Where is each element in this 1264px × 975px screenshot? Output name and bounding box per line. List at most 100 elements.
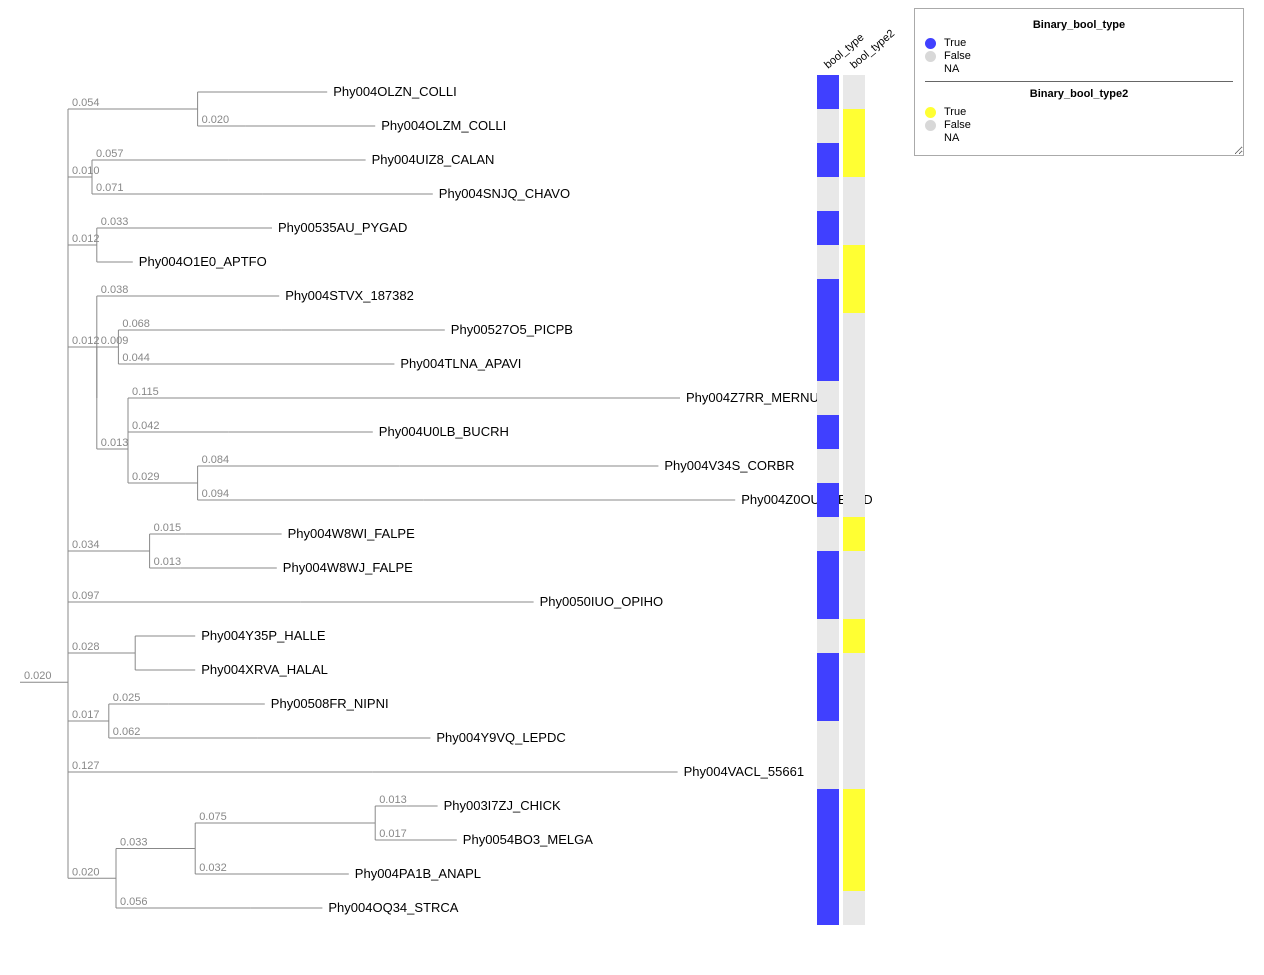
heatmap-cell-bool-type2	[843, 653, 865, 687]
leaf-label: Phy003I7ZJ_CHICK	[444, 798, 561, 813]
heatmap-cell-bool-type	[817, 619, 839, 653]
leaf-label: Phy00535AU_PYGAD	[278, 220, 407, 235]
legend-row-true1: True	[925, 37, 1233, 49]
heatmap-cell-bool-type	[817, 517, 839, 551]
branch-length-label: 0.032	[199, 862, 227, 874]
heatmap-cell-bool-type	[817, 279, 839, 313]
legend-false-label: False	[944, 50, 971, 62]
leaf-label: Phy004Y35P_HALLE	[201, 628, 326, 643]
leaf-label: Phy004VACL_55661	[684, 764, 804, 779]
heatmap-cell-bool-type2	[843, 211, 865, 245]
branch-length-label: 0.062	[113, 726, 141, 738]
heatmap-cell-bool-type2	[843, 75, 865, 109]
heatmap-cell-bool-type2	[843, 517, 865, 551]
heatmap-cell-bool-type	[817, 891, 839, 925]
heatmap-cell-bool-type	[817, 313, 839, 347]
branch-length-label: 0.127	[72, 760, 100, 772]
heatmap-cell-bool-type2	[843, 755, 865, 789]
branch-length-label: 0.028	[72, 641, 100, 653]
legend-section-1-title: Binary_bool_type	[925, 19, 1233, 31]
heatmap-cell-bool-type2	[843, 279, 865, 313]
leaf-label: Phy004W8WI_FALPE	[288, 526, 415, 541]
legend-separator	[925, 81, 1233, 82]
branch-length-label: 0.034	[72, 539, 100, 551]
legend-row-true2: True	[925, 106, 1233, 118]
heatmap-cell-bool-type2	[843, 823, 865, 857]
branch-length-label: 0.015	[154, 522, 182, 534]
legend-na-label: NA	[944, 63, 959, 75]
branch-length-label: 0.020	[202, 114, 230, 126]
heatmap-cell-bool-type2	[843, 857, 865, 891]
legend-section-2-title: Binary_bool_type2	[925, 88, 1233, 100]
heatmap-cell-bool-type	[817, 755, 839, 789]
leaf-label: Phy0054BO3_MELGA	[463, 832, 593, 847]
legend-panel[interactable]: Binary_bool_type True False NA Binary_bo…	[914, 8, 1244, 156]
leaf-label: Phy004W8WJ_FALPE	[283, 560, 413, 575]
leaf-label: Phy004SNJQ_CHAVO	[439, 186, 570, 201]
leaf-label: Phy0050IUO_OPIHO	[540, 594, 664, 609]
heatmap-cell-bool-type	[817, 789, 839, 823]
branch-length-label: 0.054	[72, 97, 100, 109]
leaf-label: Phy004XRVA_HALAL	[201, 662, 328, 677]
heatmap-cell-bool-type	[817, 177, 839, 211]
heatmap-cell-bool-type	[817, 245, 839, 279]
heatmap-cell-bool-type	[817, 347, 839, 381]
heatmap-cell-bool-type2	[843, 381, 865, 415]
leaf-label: Phy004V34S_CORBR	[664, 458, 794, 473]
heatmap-cell-bool-type2	[843, 245, 865, 279]
legend-swatch-true2	[925, 107, 936, 118]
heatmap-cell-bool-type	[817, 143, 839, 177]
branch-length-label: 0.097	[72, 590, 100, 602]
branch-length-label: 0.033	[120, 837, 148, 849]
leaf-label: Phy004Y9VQ_LEPDC	[436, 730, 565, 745]
legend-row-false2: False	[925, 119, 1233, 131]
leaf-label: Phy004OLZM_COLLI	[381, 118, 506, 133]
heatmap-cell-bool-type2	[843, 891, 865, 925]
heatmap-cell-bool-type2	[843, 143, 865, 177]
heatmap-cell-bool-type2	[843, 687, 865, 721]
heatmap-cell-bool-type	[817, 109, 839, 143]
branch-length-label: 0.017	[72, 709, 100, 721]
legend-na-label-2: NA	[944, 132, 959, 144]
leaf-label: Phy004TLNA_APAVI	[400, 356, 521, 371]
leaf-label: Phy004OLZN_COLLI	[333, 84, 457, 99]
legend-swatch-true1	[925, 38, 936, 49]
heatmap-cell-bool-type	[817, 823, 839, 857]
heatmap-cell-bool-type2	[843, 449, 865, 483]
heatmap-cell-bool-type2	[843, 109, 865, 143]
branch-length-label: 0.042	[132, 420, 160, 432]
heatmap-cell-bool-type2	[843, 721, 865, 755]
branch-length-label: 0.038	[101, 284, 129, 296]
branch-length-label: 0.071	[96, 182, 124, 194]
branch-length-label: 0.057	[96, 148, 124, 160]
legend-swatch-na2	[925, 133, 936, 144]
branch-length-label: 0.084	[202, 454, 230, 466]
branch-length-label: 0.012	[72, 233, 100, 245]
branch-length-label: 0.020	[72, 866, 100, 878]
leaf-label: Phy004O1E0_APTFO	[139, 254, 267, 269]
heatmap-cell-bool-type	[817, 857, 839, 891]
leaf-label: Phy004U0LB_BUCRH	[379, 424, 509, 439]
branch-length-label: 0.029	[132, 471, 160, 483]
leaf-label: Phy004UIZ8_CALAN	[372, 152, 495, 167]
branch-length-label: 0.025	[113, 692, 141, 704]
heatmap-cell-bool-type	[817, 483, 839, 517]
heatmap-cell-bool-type	[817, 653, 839, 687]
heatmap-cell-bool-type2	[843, 177, 865, 211]
branch-length-label: 0.033	[101, 216, 129, 228]
heatmap-cell-bool-type	[817, 449, 839, 483]
heatmap-cell-bool-type	[817, 585, 839, 619]
heatmap-cell-bool-type2	[843, 789, 865, 823]
branch-length-label: 0.044	[122, 352, 150, 364]
legend-true-label-2: True	[944, 106, 966, 118]
branch-length-label: 0.013	[154, 556, 182, 568]
heatmap-cell-bool-type	[817, 381, 839, 415]
heatmap-cell-bool-type	[817, 687, 839, 721]
heatmap-cell-bool-type2	[843, 347, 865, 381]
heatmap-cell-bool-type2	[843, 483, 865, 517]
leaf-label: Phy004OQ34_STRCA	[328, 900, 458, 915]
legend-true-label: True	[944, 37, 966, 49]
leaf-label: Phy004PA1B_ANAPL	[355, 866, 481, 881]
heatmap-cell-bool-type2	[843, 619, 865, 653]
branch-length-label: 0.020	[24, 670, 52, 682]
